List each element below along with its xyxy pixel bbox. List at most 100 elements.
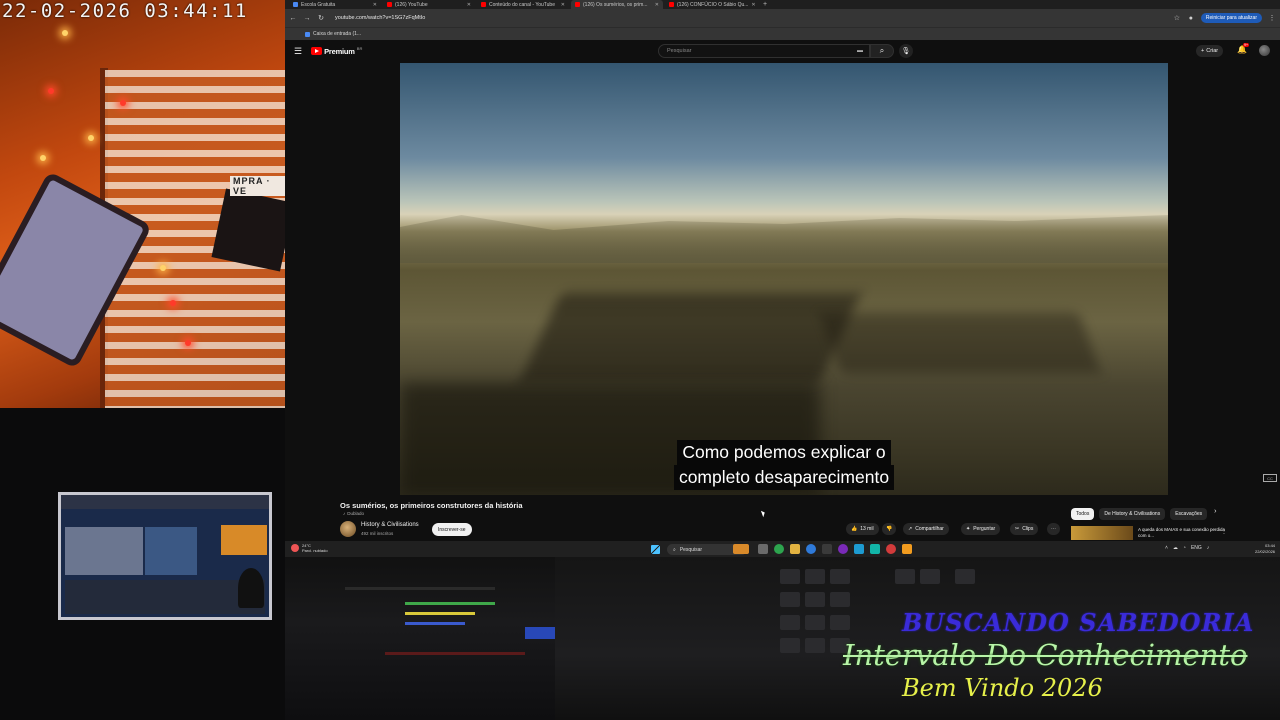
dislike-button[interactable]: 👎 (882, 523, 897, 535)
captions-icon[interactable]: CC (1263, 474, 1277, 482)
tab-label: (126) CONFÚCIO O Sábio Qu... (677, 1, 749, 8)
chevron-up-icon[interactable]: ˄ (1165, 545, 1168, 551)
app-icon[interactable] (886, 544, 896, 554)
reload-icon[interactable]: ↻ (317, 14, 325, 22)
menu-dots-icon[interactable]: ⋮ (1268, 14, 1276, 22)
close-icon[interactable]: ✕ (467, 2, 471, 8)
chevron-right-icon[interactable]: › (1214, 508, 1216, 520)
video-player[interactable]: Como podemos explicar o completo desapar… (400, 63, 1168, 495)
new-tab-button[interactable]: + (759, 1, 771, 8)
weather-desc: Parcl. nublado (302, 548, 328, 553)
more-actions-button[interactable]: ⋯ (1047, 523, 1060, 535)
audio-mixer-view (285, 557, 555, 720)
tab-0[interactable]: Escola Gratuita ✕ (289, 0, 381, 9)
share-button[interactable]: ↗ Compartilhar (903, 523, 949, 535)
bookmark-item[interactable]: Caixa de entrada (1... (305, 31, 361, 37)
recommended-video-thumbnail[interactable] (1071, 526, 1133, 540)
subscribe-button[interactable]: Inscrever-se (432, 523, 472, 536)
pad (780, 638, 800, 653)
webcam-feed: MPRA · VE 22-02-2026 03:44:11 (0, 0, 285, 408)
pad (780, 569, 800, 584)
mixer-screen (525, 627, 555, 639)
forward-icon[interactable]: → (303, 15, 311, 22)
terrain-shadow (519, 293, 861, 383)
channel-name[interactable]: History & Civilisations (361, 522, 419, 528)
voice-search-button[interactable]: 🎙 (899, 44, 913, 58)
tab-3-active[interactable]: (126) Os sumérios, os prim... ✕ (571, 0, 663, 9)
mic-icon: 🎙 (901, 48, 911, 55)
monitor-list (65, 580, 265, 614)
clips-button[interactable]: ✂ Clips (1010, 523, 1039, 535)
volume-icon[interactable]: ♪ (1207, 545, 1210, 551)
windows-start-icon[interactable] (651, 545, 660, 554)
create-button[interactable]: + Criar (1196, 45, 1224, 57)
figurine (238, 568, 264, 608)
weather-widget[interactable]: 24°C Parcl. nublado (291, 543, 328, 553)
monitor-video-thumb (65, 527, 143, 575)
pad (955, 569, 975, 584)
taskbar-clock[interactable]: 03:44 22/02/2026 (1255, 543, 1275, 555)
string-light (120, 100, 126, 106)
create-label: Criar (1206, 48, 1219, 54)
pad (805, 592, 825, 607)
system-tray: ˄ ☁ ◔ ENG ♪ (1165, 545, 1209, 551)
cloud-icon[interactable]: ☁ (1173, 545, 1178, 551)
recommended-video-title[interactable]: A queda dos MAIAS e sua conexão perdida … (1138, 527, 1226, 539)
channel-avatar[interactable] (340, 521, 356, 537)
file-explorer-icon[interactable] (790, 544, 800, 554)
share-label: Compartilhar (915, 526, 944, 532)
url-field[interactable]: youtube.com/watch?v=1SG7zFqMtIo (331, 15, 1167, 21)
back-icon[interactable]: ← (289, 15, 297, 22)
language-indicator[interactable]: ENG (1191, 545, 1202, 551)
string-light (88, 135, 94, 141)
chip-excavations[interactable]: Escavações (1170, 508, 1208, 520)
tab-2[interactable]: Conteúdo do canal - YouTube ✕ (477, 0, 569, 9)
player-margin (285, 63, 400, 495)
tab-4[interactable]: (126) CONFÚCIO O Sábio Qu... ✕ (665, 0, 757, 9)
chrome-icon[interactable] (774, 544, 784, 554)
wifi-icon[interactable]: ◔ (1183, 545, 1186, 551)
store-icon[interactable] (822, 544, 832, 554)
more-vert-icon[interactable]: ⋮ (1221, 528, 1227, 535)
app-icon[interactable] (854, 544, 864, 554)
close-icon[interactable]: ✕ (751, 2, 755, 8)
app-icon[interactable] (838, 544, 848, 554)
scissors-icon: ✂ (1015, 526, 1020, 532)
channel-subscribers: 492 mil inscritos (361, 531, 394, 536)
close-icon[interactable]: ✕ (561, 2, 565, 8)
browser-window: Escola Gratuita ✕ (126) YouTube ✕ Conteúdo… (285, 0, 1280, 557)
keyboard-icon[interactable]: ▬ (857, 48, 863, 54)
youtube-logo[interactable]: Premium BR (311, 46, 362, 56)
star-icon[interactable]: ☆ (1173, 14, 1181, 22)
level-meter (405, 622, 465, 625)
avatar[interactable] (1259, 45, 1270, 56)
search-placeholder: Pesquisar (667, 48, 692, 54)
clock-date: 22/02/2026 (1255, 549, 1276, 554)
like-button[interactable]: 👍 13 mil (846, 523, 879, 535)
string-light (40, 155, 46, 161)
close-icon[interactable]: ✕ (655, 2, 659, 8)
search-input[interactable]: Pesquisar ▬ (658, 44, 870, 58)
ask-button[interactable]: ✦ Perguntar (961, 523, 1001, 535)
app-icon[interactable] (870, 544, 880, 554)
audio-icon: ♪ (343, 511, 346, 516)
thumbs-down-icon: 👎 (886, 526, 893, 532)
edge-icon[interactable] (806, 544, 816, 554)
profile-icon[interactable]: ● (1187, 15, 1195, 22)
clips-label: Clips (1022, 526, 1034, 532)
hamburger-menu-icon[interactable]: ☰ (294, 46, 302, 57)
tab-1[interactable]: (126) YouTube ✕ (383, 0, 475, 9)
vlc-icon[interactable] (902, 544, 912, 554)
taskbar-widget-icon[interactable] (733, 544, 749, 554)
monitor-toolbar (61, 495, 269, 509)
close-icon[interactable]: ✕ (373, 2, 377, 8)
chip-channel[interactable]: De History & Civilisations (1099, 508, 1166, 520)
subtitle-line: completo desaparecimento (673, 465, 895, 490)
overlay-welcome: Bem Vindo 2026 (902, 674, 1103, 702)
chip-all[interactable]: Todos (1071, 508, 1095, 520)
update-button[interactable]: Reiniciar para atualizar (1200, 13, 1262, 23)
search-button[interactable]: ⌕ (870, 44, 894, 58)
plus-icon: + (1201, 48, 1205, 54)
task-view-icon[interactable] (758, 544, 768, 554)
youtube-icon (669, 2, 674, 7)
